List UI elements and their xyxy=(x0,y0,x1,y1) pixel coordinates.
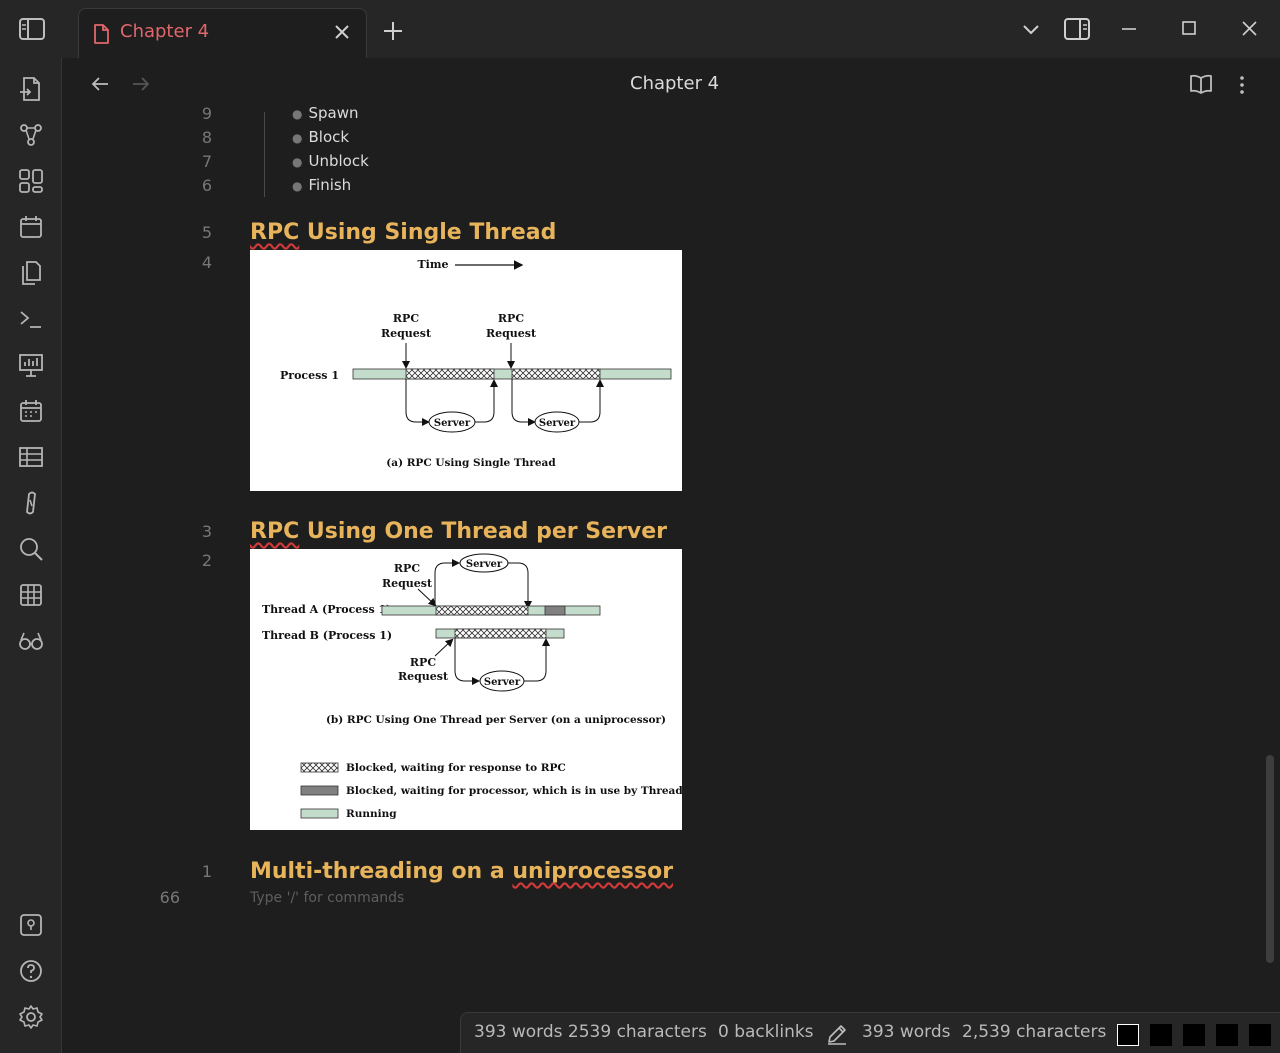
maximize-icon[interactable] xyxy=(1182,21,1196,35)
request-label-1: Request xyxy=(381,327,432,340)
graph-icon[interactable] xyxy=(18,122,44,148)
server-label-1: Server xyxy=(434,418,471,429)
line-number: 3 xyxy=(201,522,212,541)
note-title: Chapter 4 xyxy=(630,73,720,94)
server-label-2: Server xyxy=(539,418,576,429)
link-icon[interactable] xyxy=(18,490,44,516)
line-number: 4 xyxy=(201,253,212,272)
vault-icon[interactable] xyxy=(18,912,44,938)
line-number: 7 xyxy=(201,152,212,171)
server-label-a: Server xyxy=(466,559,503,570)
list-item[interactable]: ● Finish xyxy=(292,176,351,194)
right-sidebar-toggle-icon[interactable] xyxy=(1064,18,1090,40)
window-close-icon[interactable] xyxy=(1242,21,1257,36)
document-icon xyxy=(94,24,109,44)
line-number: 6 xyxy=(201,176,212,195)
status-words[interactable]: 393 words xyxy=(862,1022,951,1042)
glasses-icon[interactable] xyxy=(18,628,44,654)
list-indent-guide xyxy=(264,112,265,197)
rpc-label-2: RPC xyxy=(498,312,524,325)
list-item[interactable]: ● Unblock xyxy=(292,152,369,170)
figure-rpc-single-thread[interactable]: Time RPC Request RPC Request Process 1 S… xyxy=(250,250,682,491)
left-ribbon xyxy=(0,58,62,1053)
rpc-label-b: RPC xyxy=(410,656,436,669)
tab-title: Chapter 4 xyxy=(120,21,210,42)
canvas-icon[interactable] xyxy=(18,168,44,194)
daily-note-icon[interactable] xyxy=(18,398,44,424)
figure-rpc-one-thread-per-server[interactable]: RPC Request Server Thread A (Process 1) … xyxy=(250,549,695,830)
chevron-down-icon[interactable] xyxy=(1022,24,1040,36)
reading-view-icon[interactable] xyxy=(1189,74,1213,94)
line-number: 8 xyxy=(201,128,212,147)
rpc-label-a: RPC xyxy=(394,562,420,575)
thread-a-label: Thread A (Process 1) xyxy=(262,603,391,616)
line-number: 1 xyxy=(201,862,212,881)
rpc-label-1: RPC xyxy=(393,312,419,325)
legend-running: Running xyxy=(346,808,397,820)
status-swatch[interactable] xyxy=(1249,1024,1271,1046)
status-swatch[interactable] xyxy=(1216,1024,1238,1046)
search-icon[interactable] xyxy=(18,536,44,562)
request-label-2: Request xyxy=(486,327,537,340)
sidebar-toggle-icon[interactable] xyxy=(19,18,45,40)
open-file-icon[interactable] xyxy=(18,76,44,102)
cursor-line-number: 66 xyxy=(159,888,180,907)
figure-caption: (b) RPC Using One Thread per Server (on … xyxy=(326,714,666,726)
heading-multithreading-uniprocessor[interactable]: Multi-threading on a uniprocessor xyxy=(250,859,673,884)
line-number: 5 xyxy=(201,223,212,242)
table-icon[interactable] xyxy=(18,444,44,470)
heading-rpc-single-thread[interactable]: RPC Using Single Thread xyxy=(250,220,556,245)
pages-icon[interactable] xyxy=(18,260,44,286)
minimize-icon[interactable] xyxy=(1121,27,1137,31)
thread-b-label: Thread B (Process 1) xyxy=(262,629,392,642)
back-arrow-icon[interactable] xyxy=(90,74,110,94)
legend-blocked-rpc: Blocked, waiting for response to RPC xyxy=(346,762,566,774)
editor-scrollbar[interactable] xyxy=(1266,755,1274,963)
status-wordcount[interactable]: 393 words 2539 characters xyxy=(474,1022,707,1042)
list-item[interactable]: ● Spawn xyxy=(292,104,359,122)
line-number: 2 xyxy=(201,551,212,570)
title-bar: Chapter 4 xyxy=(0,0,1280,58)
tab-chapter-4[interactable]: Chapter 4 xyxy=(78,8,367,58)
request-label-a: Request xyxy=(382,577,433,590)
status-characters[interactable]: 2,539 characters xyxy=(962,1022,1106,1042)
close-tab-icon[interactable] xyxy=(334,24,350,40)
figure-caption: (a) RPC Using Single Thread xyxy=(386,457,556,469)
legend-blocked-processor: Blocked, waiting for processor, which is… xyxy=(346,785,682,797)
command-placeholder[interactable]: Type '/' for commands xyxy=(250,890,404,906)
status-backlinks[interactable]: 0 backlinks xyxy=(718,1022,814,1042)
process-label: Process 1 xyxy=(280,369,339,382)
status-swatch[interactable] xyxy=(1117,1024,1139,1046)
settings-icon[interactable] xyxy=(18,1004,44,1030)
more-options-icon[interactable] xyxy=(1236,75,1248,95)
heading-rpc-one-thread-per-server[interactable]: RPC Using One Thread per Server xyxy=(250,519,667,544)
line-number: 9 xyxy=(201,104,212,123)
calendar-icon[interactable] xyxy=(18,214,44,240)
time-label: Time xyxy=(417,258,448,271)
request-label-b: Request xyxy=(398,670,449,683)
status-swatch[interactable] xyxy=(1150,1024,1172,1046)
forward-arrow-icon[interactable] xyxy=(131,74,151,94)
status-swatch[interactable] xyxy=(1183,1024,1205,1046)
edit-pencil-icon[interactable] xyxy=(826,1023,848,1045)
list-item[interactable]: ● Block xyxy=(292,128,349,146)
status-bar: 393 words 2539 characters 0 backlinks 39… xyxy=(460,1012,1280,1053)
server-label-b: Server xyxy=(484,677,521,688)
help-icon[interactable] xyxy=(18,958,44,984)
slides-icon[interactable] xyxy=(18,352,44,378)
grid-icon[interactable] xyxy=(18,582,44,608)
terminal-icon[interactable] xyxy=(18,306,44,332)
new-tab-icon[interactable] xyxy=(383,21,403,41)
